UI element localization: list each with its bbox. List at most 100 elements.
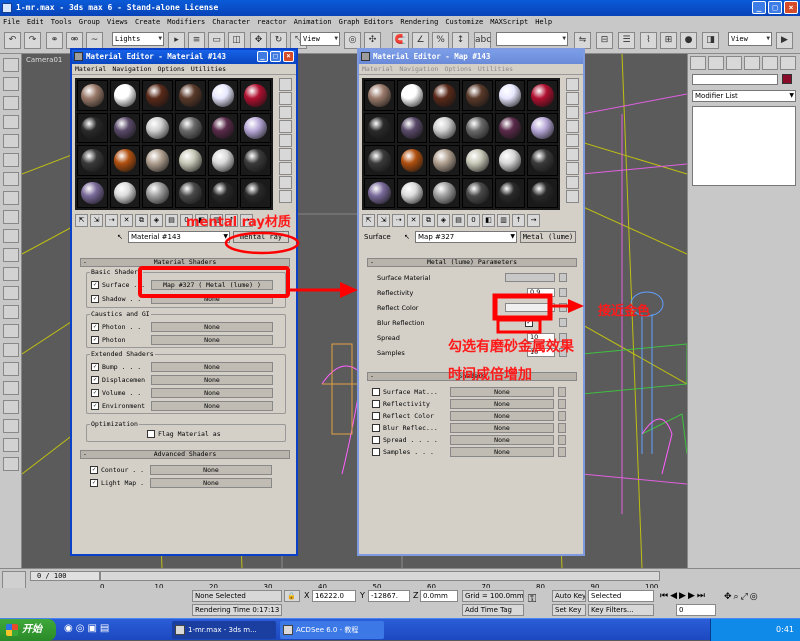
r-unique-icon[interactable]: ◈ — [437, 214, 450, 227]
x-coordinate[interactable]: 16222.0 — [312, 590, 356, 602]
shadow-checkbox[interactable]: ✓ — [91, 295, 99, 303]
render-scene-icon[interactable]: ◨ — [702, 32, 719, 49]
copy-material-icon[interactable]: ⧉ — [135, 214, 148, 227]
r-video-check-icon[interactable] — [566, 134, 579, 147]
pivot-center-icon[interactable]: ◎ — [344, 32, 361, 49]
bump-shader-button[interactable]: None — [151, 362, 273, 372]
right-sample-slot[interactable] — [429, 145, 460, 176]
redo-icon[interactable]: ↷ — [24, 32, 41, 49]
shader-checkbox[interactable] — [372, 448, 380, 456]
tool-21-icon[interactable] — [3, 438, 19, 452]
menu-reactor[interactable]: reactor — [257, 16, 287, 28]
right-sample-slot[interactable] — [396, 177, 428, 208]
shader-checkbox[interactable] — [372, 436, 380, 444]
left-sample-slot[interactable] — [142, 80, 173, 111]
r-make-preview-icon[interactable] — [566, 148, 579, 161]
angle-snap-icon[interactable]: ∠ — [412, 32, 429, 49]
shader-value-button[interactable]: None — [450, 399, 554, 409]
tool-3-icon[interactable] — [3, 96, 19, 110]
modify-tab-icon[interactable] — [708, 56, 724, 70]
left-sample-slot[interactable] — [142, 145, 173, 176]
me-left-menu-navigation[interactable]: Navigation — [112, 64, 151, 74]
add-time-tag-button[interactable]: Add Time Tag — [462, 604, 524, 616]
me-left-menu-options[interactable]: Options — [157, 64, 184, 74]
maximize-button[interactable]: □ — [768, 1, 782, 14]
tool-15-icon[interactable] — [3, 324, 19, 338]
left-sample-slot[interactable] — [207, 145, 239, 176]
make-unique-icon[interactable]: ◈ — [150, 214, 163, 227]
me-left-menu-utilities[interactable]: Utilities — [191, 64, 226, 74]
shader-checkbox[interactable] — [372, 400, 380, 408]
shader-extra-button[interactable] — [558, 387, 566, 397]
menu-help[interactable]: Help — [535, 16, 552, 28]
shader-checkbox[interactable] — [372, 424, 380, 432]
left-sample-slot[interactable] — [142, 112, 173, 143]
contour-checkbox[interactable]: ✓ — [90, 466, 98, 474]
render-type-dropdown[interactable]: View — [728, 32, 772, 46]
tool-12-icon[interactable] — [3, 267, 19, 281]
reflectivity-spinner[interactable]: 0.9 — [527, 288, 555, 297]
left-sample-slot[interactable] — [207, 177, 239, 208]
schematic-view-icon[interactable]: ⊞ — [660, 32, 677, 49]
layer-manager-icon[interactable]: ☰ — [618, 32, 635, 49]
options-icon[interactable] — [279, 162, 292, 175]
volume-shader-button[interactable]: None — [151, 388, 273, 398]
left-sample-slot[interactable] — [77, 145, 108, 176]
reflect-color-map-button[interactable] — [559, 303, 567, 312]
shader-extra-button[interactable] — [558, 447, 566, 457]
tool-9-icon[interactable] — [3, 210, 19, 224]
select-by-name-icon[interactable]: ≡ — [188, 32, 205, 49]
left-sample-slot[interactable] — [109, 112, 141, 143]
material-editor-icon[interactable]: ● — [680, 32, 697, 49]
r-backlight-icon[interactable] — [566, 92, 579, 105]
task-3dsmax[interactable]: 1-mr.max - 3ds m... — [172, 621, 276, 639]
shader-checkbox[interactable] — [372, 388, 380, 396]
left-sample-slot[interactable] — [77, 112, 108, 143]
flag-material-checkbox[interactable] — [147, 430, 155, 438]
tool-8-icon[interactable] — [3, 191, 19, 205]
r-select-by-material-icon[interactable] — [566, 176, 579, 189]
task-acdsee[interactable]: ACDSee 6.0 - 教程 — [280, 621, 384, 639]
link-icon[interactable]: ⚭ — [46, 32, 63, 49]
menu-animation[interactable]: Animation — [294, 16, 332, 28]
shader-extra-button[interactable] — [558, 435, 566, 445]
me-right-menu-utilities[interactable]: Utilities — [478, 64, 513, 74]
sample-type-icon[interactable] — [279, 78, 292, 91]
shader-extra-button[interactable] — [558, 399, 566, 409]
right-sample-slot[interactable] — [461, 177, 493, 208]
sample-uv-icon[interactable] — [279, 120, 292, 133]
r-library-icon[interactable]: ▤ — [452, 214, 465, 227]
lightmap-checkbox[interactable]: ✓ — [90, 479, 98, 487]
right-sample-slot[interactable] — [461, 80, 493, 111]
menu-create[interactable]: Create — [135, 16, 160, 28]
shadow-shader-button[interactable]: None — [151, 294, 273, 304]
left-sample-slot[interactable] — [109, 145, 141, 176]
environment-shader-button[interactable]: None — [151, 401, 273, 411]
menu-rendering[interactable]: Rendering — [400, 16, 438, 28]
align-icon[interactable]: ⊟ — [596, 32, 613, 49]
me-left-close-button[interactable]: × — [283, 51, 294, 62]
left-sample-slot[interactable] — [174, 112, 206, 143]
r-get-material-icon[interactable]: ⇱ — [362, 214, 375, 227]
rect-selection-icon[interactable]: ▭ — [208, 32, 225, 49]
right-sample-slot[interactable] — [429, 177, 460, 208]
left-sample-slot[interactable] — [77, 177, 108, 208]
me-left-minimize-button[interactable]: _ — [257, 51, 268, 62]
material-navigator-icon[interactable] — [279, 190, 292, 203]
surface-material-map[interactable] — [505, 273, 555, 282]
map-type-button[interactable]: Metal (lume) — [520, 231, 576, 243]
set-key-button[interactable]: Set Key — [552, 604, 586, 616]
shader-value-button[interactable]: None — [450, 447, 554, 457]
hierarchy-tab-icon[interactable] — [726, 56, 742, 70]
shader-checkbox[interactable] — [372, 412, 380, 420]
left-sample-slot[interactable] — [77, 80, 108, 111]
select-by-material-icon[interactable] — [279, 176, 292, 189]
clock[interactable]: 0:41 — [776, 625, 794, 634]
me-right-menu-navigation[interactable]: Navigation — [399, 64, 438, 74]
r-effects-icon[interactable]: 0 — [467, 214, 480, 227]
tool-22-icon[interactable] — [3, 457, 19, 471]
me-left-maximize-button[interactable]: □ — [270, 51, 281, 62]
r-end-result-icon[interactable]: ▥ — [497, 214, 510, 227]
lock-selection-icon[interactable]: 🔒 — [284, 590, 300, 602]
right-sample-slot[interactable] — [527, 177, 558, 208]
